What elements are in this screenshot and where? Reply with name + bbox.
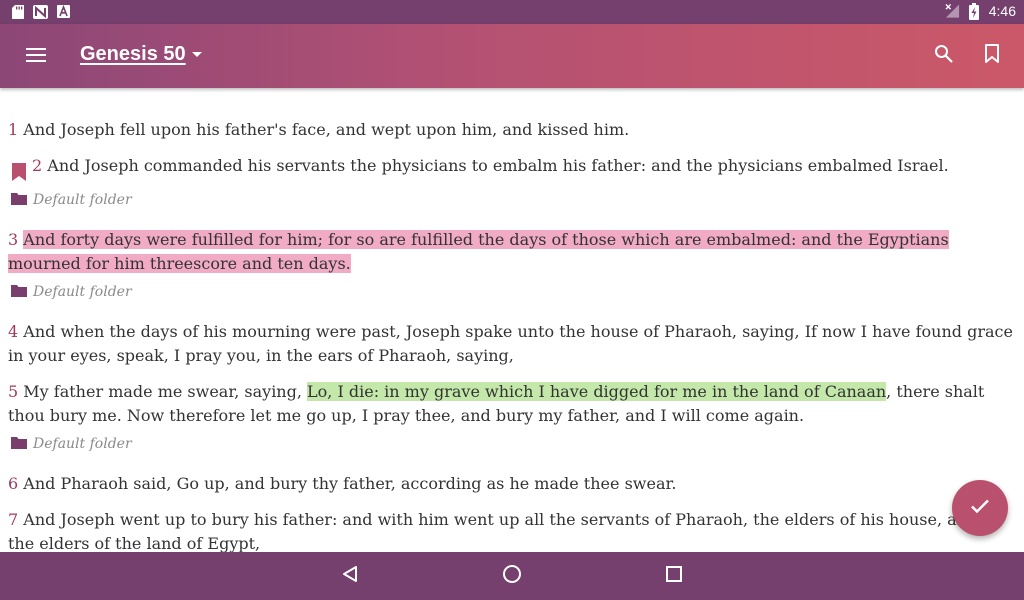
verse-text: And Joseph went up to bury his father: a…: [8, 510, 1003, 552]
verse-text: And Joseph commanded his servants the ph…: [47, 156, 949, 175]
verse-bookmark-icon[interactable]: [12, 163, 26, 185]
home-button[interactable]: [500, 564, 524, 588]
home-icon: [502, 564, 522, 588]
status-time: 4:46: [988, 3, 1016, 19]
menu-icon: [26, 47, 46, 66]
verse-number: 7: [8, 510, 19, 529]
navigation-bar: [0, 552, 1024, 600]
recents-icon: [666, 566, 682, 586]
search-button[interactable]: [932, 44, 956, 68]
check-icon: [970, 498, 990, 518]
sd-card-icon: [10, 4, 25, 19]
verse-number: 3: [8, 230, 19, 249]
verse-text-highlight: Lo, I die: in my grave which I have digg…: [307, 382, 887, 401]
folder-name: Default folder: [33, 192, 132, 208]
search-icon: [934, 44, 954, 68]
verse-text-highlight: And forty days were fulfilled for him; f…: [8, 230, 949, 273]
dropdown-arrow-icon: [191, 52, 202, 57]
bookmark-icon: [984, 44, 1000, 68]
status-bar: 4:46: [0, 0, 1024, 24]
chapter-selector[interactable]: Genesis 50: [80, 43, 202, 66]
app-bar: Genesis 50: [0, 24, 1024, 88]
verse-4[interactable]: 4 And when the days of his mourning were…: [8, 320, 1016, 368]
verse-number: 6: [8, 474, 19, 493]
a-notification-icon: [56, 4, 71, 19]
verse-6[interactable]: 6 And Pharaoh said, Go up, and bury thy …: [8, 472, 1016, 496]
verse-text: And Joseph fell upon his father's face, …: [23, 120, 630, 139]
page-title: Genesis 50: [80, 43, 186, 65]
verse-number: 5: [8, 382, 19, 401]
verse-number: 1: [8, 120, 19, 139]
recents-button[interactable]: [662, 564, 686, 588]
verse-2[interactable]: 2 And Joseph commanded his servants the …: [32, 154, 1016, 178]
back-button[interactable]: [338, 564, 362, 588]
folder-icon: [11, 192, 27, 209]
no-signal-icon: [945, 3, 960, 19]
folder-label[interactable]: Default folder: [11, 190, 132, 210]
bookmarks-button[interactable]: [980, 44, 1004, 68]
verse-3[interactable]: 3 And forty days were fulfilled for him;…: [8, 228, 1016, 276]
folder-icon: [11, 436, 27, 453]
folder-name: Default folder: [33, 436, 132, 452]
folder-name: Default folder: [33, 284, 132, 300]
verse-text: And when the days of his mourning were p…: [8, 322, 1013, 365]
verse-1[interactable]: 1 And Joseph fell upon his father's face…: [8, 118, 1016, 142]
verse-number: 4: [8, 322, 19, 341]
n-notification-icon: [33, 4, 48, 19]
done-fab-button[interactable]: [952, 480, 1008, 536]
folder-label[interactable]: Default folder: [11, 282, 132, 302]
back-icon: [341, 565, 359, 587]
verse-text: And Pharaoh said, Go up, and bury thy fa…: [23, 474, 677, 493]
folder-label[interactable]: Default folder: [11, 434, 132, 454]
verse-7[interactable]: 7 And Joseph went up to bury his father:…: [8, 508, 1016, 552]
chapter-content[interactable]: 1 And Joseph fell upon his father's face…: [0, 88, 1024, 552]
verse-text: My father made me swear, saying,: [23, 382, 308, 401]
verse-number: 2: [32, 156, 43, 175]
folder-icon: [11, 284, 27, 301]
battery-charging-icon: [967, 2, 982, 20]
menu-button[interactable]: [22, 44, 50, 68]
verse-5[interactable]: 5 My father made me swear, saying, Lo, I…: [8, 380, 1016, 428]
